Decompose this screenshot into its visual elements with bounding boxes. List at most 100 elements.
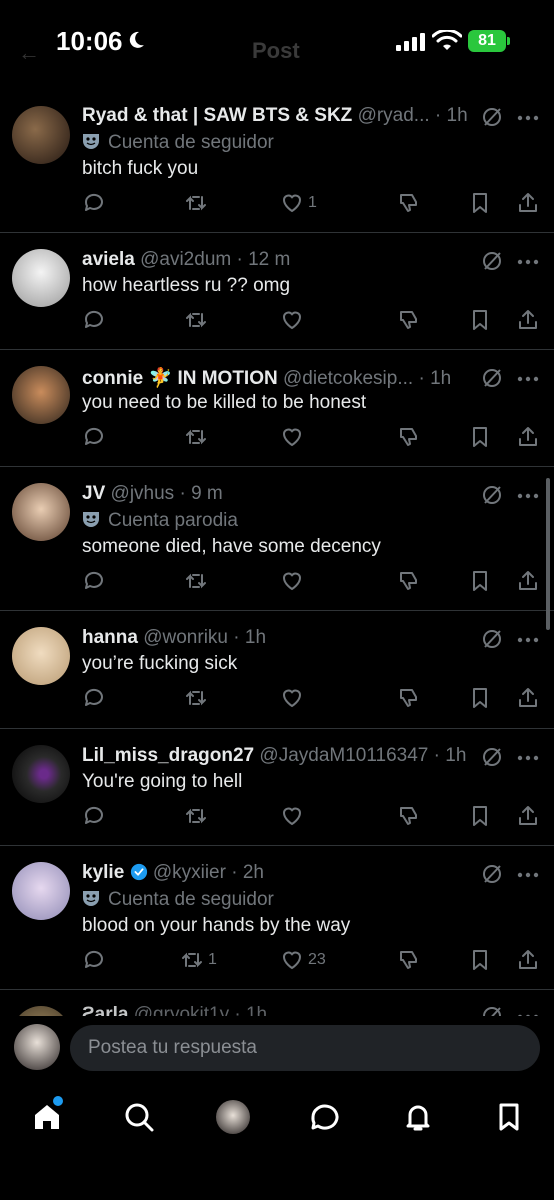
tab-messages[interactable] [308,1100,342,1134]
reply-input[interactable] [70,1025,540,1071]
avatar[interactable] [12,745,70,803]
replies-feed[interactable]: Ryad & that | SAW BTS & SKZ @ryad... · 1… [0,88,554,1016]
reply-post[interactable]: hanna @wonriku · 1h you’re fucking sick [0,610,554,728]
grok-icon[interactable] [481,106,503,128]
reply-post[interactable]: JV @jvhus · 9 m Cuenta parodia someone d… [0,466,554,610]
dislike-button[interactable] [397,424,421,450]
share-button[interactable] [516,190,540,216]
grok-icon[interactable] [481,484,503,506]
reply-button[interactable] [82,307,106,333]
avatar[interactable] [12,862,70,920]
reply-button[interactable] [82,568,106,594]
share-button[interactable] [516,685,540,711]
tab-bookmarks[interactable] [492,1100,526,1134]
tab-search[interactable] [122,1100,156,1134]
avatar[interactable] [12,483,70,541]
reply-button[interactable] [82,190,106,216]
handle[interactable]: @gryokit1y [134,1004,229,1016]
handle[interactable]: @kyxiier [153,862,226,883]
grok-icon[interactable] [481,367,503,389]
handle[interactable]: @JaydaM10116347 [259,745,428,766]
dislike-button[interactable] [397,685,421,711]
avatar[interactable] [12,249,70,307]
reply-post[interactable]: connie 🧚 IN MOTION @dietcokesip... · 1h … [0,349,554,466]
like-button[interactable]: 23 [280,947,326,973]
display-name[interactable]: Lil_miss_dragon27 [82,745,254,766]
repost-button[interactable] [184,190,212,216]
reply-post[interactable]: aviela @avi2dum · 12 m how heartless ru … [0,232,554,349]
more-options-icon[interactable] [516,753,540,763]
repost-button[interactable] [184,568,208,594]
grok-icon[interactable] [481,1005,503,1016]
reply-button[interactable] [82,947,106,973]
repost-button[interactable] [184,424,208,450]
bookmark-button[interactable] [468,947,492,973]
back-arrow-icon[interactable]: ← [18,40,40,66]
reply-post[interactable]: Ƨarla @gryokit1y · 1h [0,989,554,1016]
display-name[interactable]: connie 🧚 IN MOTION [82,368,278,389]
bookmark-button[interactable] [468,568,492,594]
like-button[interactable] [280,803,304,829]
repost-button[interactable] [184,803,208,829]
tab-notifications[interactable] [401,1100,435,1134]
grok-icon[interactable] [481,250,503,272]
grok-icon[interactable] [481,628,503,650]
post-text: blood on your hands by the way [82,915,351,936]
display-name[interactable]: Ryad & that | SAW BTS & SKZ [82,105,352,126]
reply-button[interactable] [82,803,106,829]
handle[interactable]: @avi2dum [140,249,231,270]
avatar[interactable] [12,627,70,685]
more-options-icon[interactable] [516,491,540,501]
more-options-icon[interactable] [516,635,540,645]
reply-button[interactable] [82,685,106,711]
share-button[interactable] [516,803,540,829]
dislike-button[interactable] [397,803,421,829]
display-name[interactable]: hanna [82,627,138,648]
share-button[interactable] [516,424,540,450]
like-button[interactable] [280,568,304,594]
dislike-button[interactable] [397,190,421,216]
like-button[interactable] [280,307,304,333]
scrollbar[interactable] [546,478,550,630]
reply-button[interactable] [82,424,106,450]
share-button[interactable] [516,568,540,594]
grok-icon[interactable] [481,746,503,768]
avatar[interactable] [12,1006,70,1016]
avatar[interactable] [12,106,70,164]
like-button[interactable] [280,685,304,711]
more-options-icon[interactable] [516,870,540,880]
bookmark-button[interactable] [468,307,492,333]
bookmark-button[interactable] [468,424,492,450]
like-button[interactable] [280,424,304,450]
handle[interactable]: @dietcokesip... [283,368,413,389]
dislike-button[interactable] [397,307,421,333]
display-name[interactable]: Ƨarla [82,1004,128,1016]
user-avatar[interactable] [14,1024,60,1070]
more-options-icon[interactable] [516,113,540,123]
more-options-icon[interactable] [516,257,540,267]
repost-button[interactable] [184,685,208,711]
repost-button[interactable] [184,307,208,333]
more-options-icon[interactable] [516,374,540,384]
display-name[interactable]: kylie [82,862,124,883]
reply-post[interactable]: Ryad & that | SAW BTS & SKZ @ryad... · 1… [0,88,554,232]
display-name[interactable]: aviela [82,249,135,270]
dislike-button[interactable] [397,947,421,973]
reply-post[interactable]: Lil_miss_dragon27 @JaydaM10116347 · 1h Y… [0,728,554,845]
handle[interactable]: @jvhus [111,483,175,504]
share-button[interactable] [516,307,540,333]
repost-button[interactable]: 1 [180,947,217,973]
grok-icon[interactable] [481,863,503,885]
bookmark-button[interactable] [468,190,492,216]
bookmark-button[interactable] [468,803,492,829]
avatar[interactable] [12,366,70,424]
dislike-button[interactable] [397,568,421,594]
share-button[interactable] [516,947,540,973]
tab-grok[interactable] [216,1100,250,1134]
handle[interactable]: @ryad... [358,105,430,126]
display-name[interactable]: JV [82,483,105,504]
reply-post[interactable]: kylie @kyxiier · 2h Cuenta de seguidor b… [0,845,554,989]
like-button[interactable]: 1 [280,190,317,216]
bookmark-button[interactable] [468,685,492,711]
handle[interactable]: @wonriku [143,627,228,648]
